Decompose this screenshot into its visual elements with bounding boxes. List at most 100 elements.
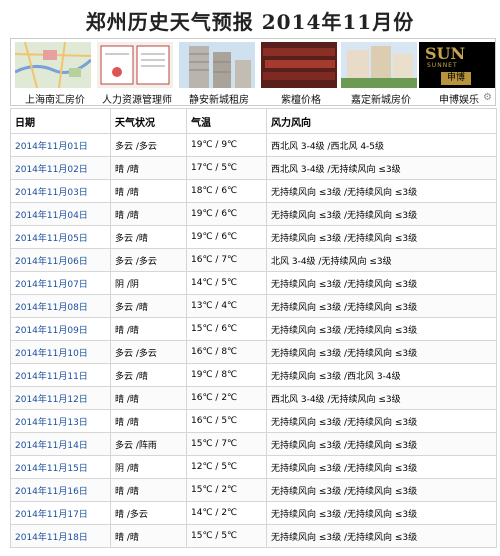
sunnet-logo: SUN: [425, 44, 466, 63]
temperature-cell: 15℃ / 6℃: [186, 317, 267, 341]
date-cell: 2014年11月13日: [10, 409, 111, 433]
date-cell: 2014年11月04日: [10, 202, 111, 226]
date-link[interactable]: 2014年11月16日: [15, 487, 88, 497]
weather-cell: 晴 /晴: [110, 386, 187, 410]
temperature-cell: 19℃ / 6℃: [186, 225, 267, 249]
table-row: 2014年11月01日 多云 /多云 19℃ / 9℃ 西北风 3-4级 /西北风 4…: [10, 133, 497, 157]
tower-thumbnail: [179, 42, 255, 88]
ad-caption: 人力资源管理师: [102, 95, 172, 106]
date-link[interactable]: 2014年11月13日: [15, 418, 88, 428]
page-title: 郑州历史天气预报 2014年11月份: [85, 10, 415, 34]
weather-cell: 多云 /多云: [110, 340, 187, 364]
weather-cell: 晴 /多云: [110, 501, 187, 525]
temperature-cell: 16℃ / 7℃: [186, 248, 267, 272]
date-link[interactable]: 2014年11月07日: [15, 280, 88, 290]
date-link[interactable]: 2014年11月10日: [15, 349, 88, 359]
wind-cell: 无持续风向 ≤3级 /无持续风向 ≤3级: [266, 455, 497, 479]
weather-cell: 阴 /晴: [110, 455, 187, 479]
date-link[interactable]: 2014年11月01日: [15, 142, 88, 152]
wind-cell: 无持续风向 ≤3级 /无持续风向 ≤3级: [266, 340, 497, 364]
temperature-cell: 19℃ / 6℃: [186, 202, 267, 226]
ad-item-jiading[interactable]: 嘉定新城房价: [341, 42, 417, 106]
weather-cell: 多云 /多云: [110, 248, 187, 272]
temperature-cell: 17℃ / 5℃: [186, 156, 267, 180]
certificate-thumbnail: [97, 42, 173, 88]
date-cell: 2014年11月14日: [10, 432, 111, 456]
ad-caption: 静安新城租房: [189, 95, 249, 106]
column-header-wind: 风力风向: [266, 108, 497, 134]
date-cell: 2014年11月18日: [10, 524, 111, 548]
weather-table: 日期 天气状况 气温 风力风向 2014年11月01日 多云 /多云 19℃ / 9…: [10, 108, 497, 548]
date-cell: 2014年11月15日: [10, 455, 111, 479]
date-link[interactable]: 2014年11月04日: [15, 211, 88, 221]
table-row: 2014年11月15日 阴 /晴 12℃ / 5℃ 无持续风向 ≤3级 /无持续风向 …: [10, 455, 497, 479]
table-row: 2014年11月08日 多云 /晴 13℃ / 4℃ 无持续风向 ≤3级 /无持续风向…: [10, 294, 497, 318]
temperature-cell: 18℃ / 6℃: [186, 179, 267, 203]
table-row: 2014年11月16日 晴 /晴 15℃ / 2℃ 无持续风向 ≤3级 /无持续风向 …: [10, 478, 497, 502]
column-header-temperature: 气温: [186, 108, 267, 134]
temperature-cell: 19℃ / 8℃: [186, 363, 267, 387]
date-link[interactable]: 2014年11月12日: [15, 395, 88, 405]
sunnet-logo-sub: SUNNET: [427, 62, 458, 69]
date-link[interactable]: 2014年11月17日: [15, 510, 88, 520]
wind-cell: 北风 3-4级 /无持续风向 ≤3级: [266, 248, 497, 272]
temperature-cell: 14℃ / 2℃: [186, 501, 267, 525]
table-header-row: 日期 天气状况 气温 风力风向: [10, 108, 497, 134]
date-link[interactable]: 2014年11月02日: [15, 165, 88, 175]
weather-cell: 多云 /阵雨: [110, 432, 187, 456]
temperature-cell: 13℃ / 4℃: [186, 294, 267, 318]
date-cell: 2014年11月01日: [10, 133, 111, 157]
ad-caption: 上海南汇房价: [25, 95, 85, 106]
date-cell: 2014年11月06日: [10, 248, 111, 272]
table-row: 2014年11月04日 晴 /晴 19℃ / 6℃ 无持续风向 ≤3级 /无持续风向 …: [10, 202, 497, 226]
date-link[interactable]: 2014年11月15日: [15, 464, 88, 474]
date-link[interactable]: 2014年11月14日: [15, 441, 88, 451]
ad-caption: 嘉定新城房价: [351, 95, 411, 106]
date-cell: 2014年11月10日: [10, 340, 111, 364]
wind-cell: 无持续风向 ≤3级 /无持续风向 ≤3级: [266, 294, 497, 318]
table-row: 2014年11月11日 多云 /晴 19℃ / 8℃ 无持续风向 ≤3级 /西北风 3…: [10, 363, 497, 387]
temperature-cell: 12℃ / 5℃: [186, 455, 267, 479]
date-cell: 2014年11月17日: [10, 501, 111, 525]
temperature-cell: 15℃ / 2℃: [186, 478, 267, 502]
date-cell: 2014年11月11日: [10, 363, 111, 387]
temperature-cell: 19℃ / 9℃: [186, 133, 267, 157]
wind-cell: 无持续风向 ≤3级 /无持续风向 ≤3级: [266, 409, 497, 433]
date-cell: 2014年11月07日: [10, 271, 111, 295]
ad-item-hr[interactable]: 人力资源管理师: [97, 42, 173, 106]
ad-item-jingan[interactable]: 静安新城租房: [179, 42, 255, 106]
column-header-date: 日期: [10, 108, 111, 134]
shenbo-badge: 申博: [441, 72, 471, 85]
date-link[interactable]: 2014年11月05日: [15, 234, 88, 244]
wind-cell: 无持续风向 ≤3级 /无持续风向 ≤3级: [266, 432, 497, 456]
wind-cell: 无持续风向 ≤3级 /无持续风向 ≤3级: [266, 524, 497, 548]
date-link[interactable]: 2014年11月06日: [15, 257, 88, 267]
date-link[interactable]: 2014年11月08日: [15, 303, 88, 313]
date-link[interactable]: 2014年11月03日: [15, 188, 88, 198]
weather-cell: 多云 /晴: [110, 225, 187, 249]
ad-item-nanhui[interactable]: 上海南汇房价: [15, 42, 91, 106]
map-thumbnail: [15, 42, 91, 88]
wind-cell: 西北风 3-4级 /西北风 4-5级: [266, 133, 497, 157]
wood-thumbnail: [261, 42, 337, 88]
table-row: 2014年11月17日 晴 /多云 14℃ / 2℃ 无持续风向 ≤3级 /无持续风向…: [10, 501, 497, 525]
weather-cell: 晴 /晴: [110, 317, 187, 341]
weather-cell: 晴 /晴: [110, 156, 187, 180]
weather-cell: 晴 /晴: [110, 478, 187, 502]
ad-banner: 上海南汇房价 人力资源管理师 静安新城租房 紫檀价格 嘉定新城房价 SUN SU…: [10, 38, 496, 106]
table-row: 2014年11月13日 晴 /晴 16℃ / 5℃ 无持续风向 ≤3级 /无持续风向 …: [10, 409, 497, 433]
table-row: 2014年11月06日 多云 /多云 16℃ / 7℃ 北风 3-4级 /无持续风向 …: [10, 248, 497, 272]
date-link[interactable]: 2014年11月09日: [15, 326, 88, 336]
gear-icon[interactable]: ⚙: [483, 92, 492, 103]
ad-item-zitan[interactable]: 紫檀价格: [261, 42, 337, 106]
table-row: 2014年11月07日 阴 /阴 14℃ / 5℃ 无持续风向 ≤3级 /无持续风向 …: [10, 271, 497, 295]
table-row: 2014年11月18日 晴 /晴 15℃ / 5℃ 无持续风向 ≤3级 /无持续风向 …: [10, 524, 497, 548]
wind-cell: 无持续风向 ≤3级 /无持续风向 ≤3级: [266, 179, 497, 203]
date-link[interactable]: 2014年11月11日: [15, 372, 88, 382]
temperature-cell: 16℃ / 8℃: [186, 340, 267, 364]
date-cell: 2014年11月16日: [10, 478, 111, 502]
wind-cell: 西北风 3-4级 /无持续风向 ≤3级: [266, 386, 497, 410]
date-link[interactable]: 2014年11月18日: [15, 533, 88, 543]
temperature-cell: 15℃ / 7℃: [186, 432, 267, 456]
building-thumbnail: [341, 42, 417, 88]
